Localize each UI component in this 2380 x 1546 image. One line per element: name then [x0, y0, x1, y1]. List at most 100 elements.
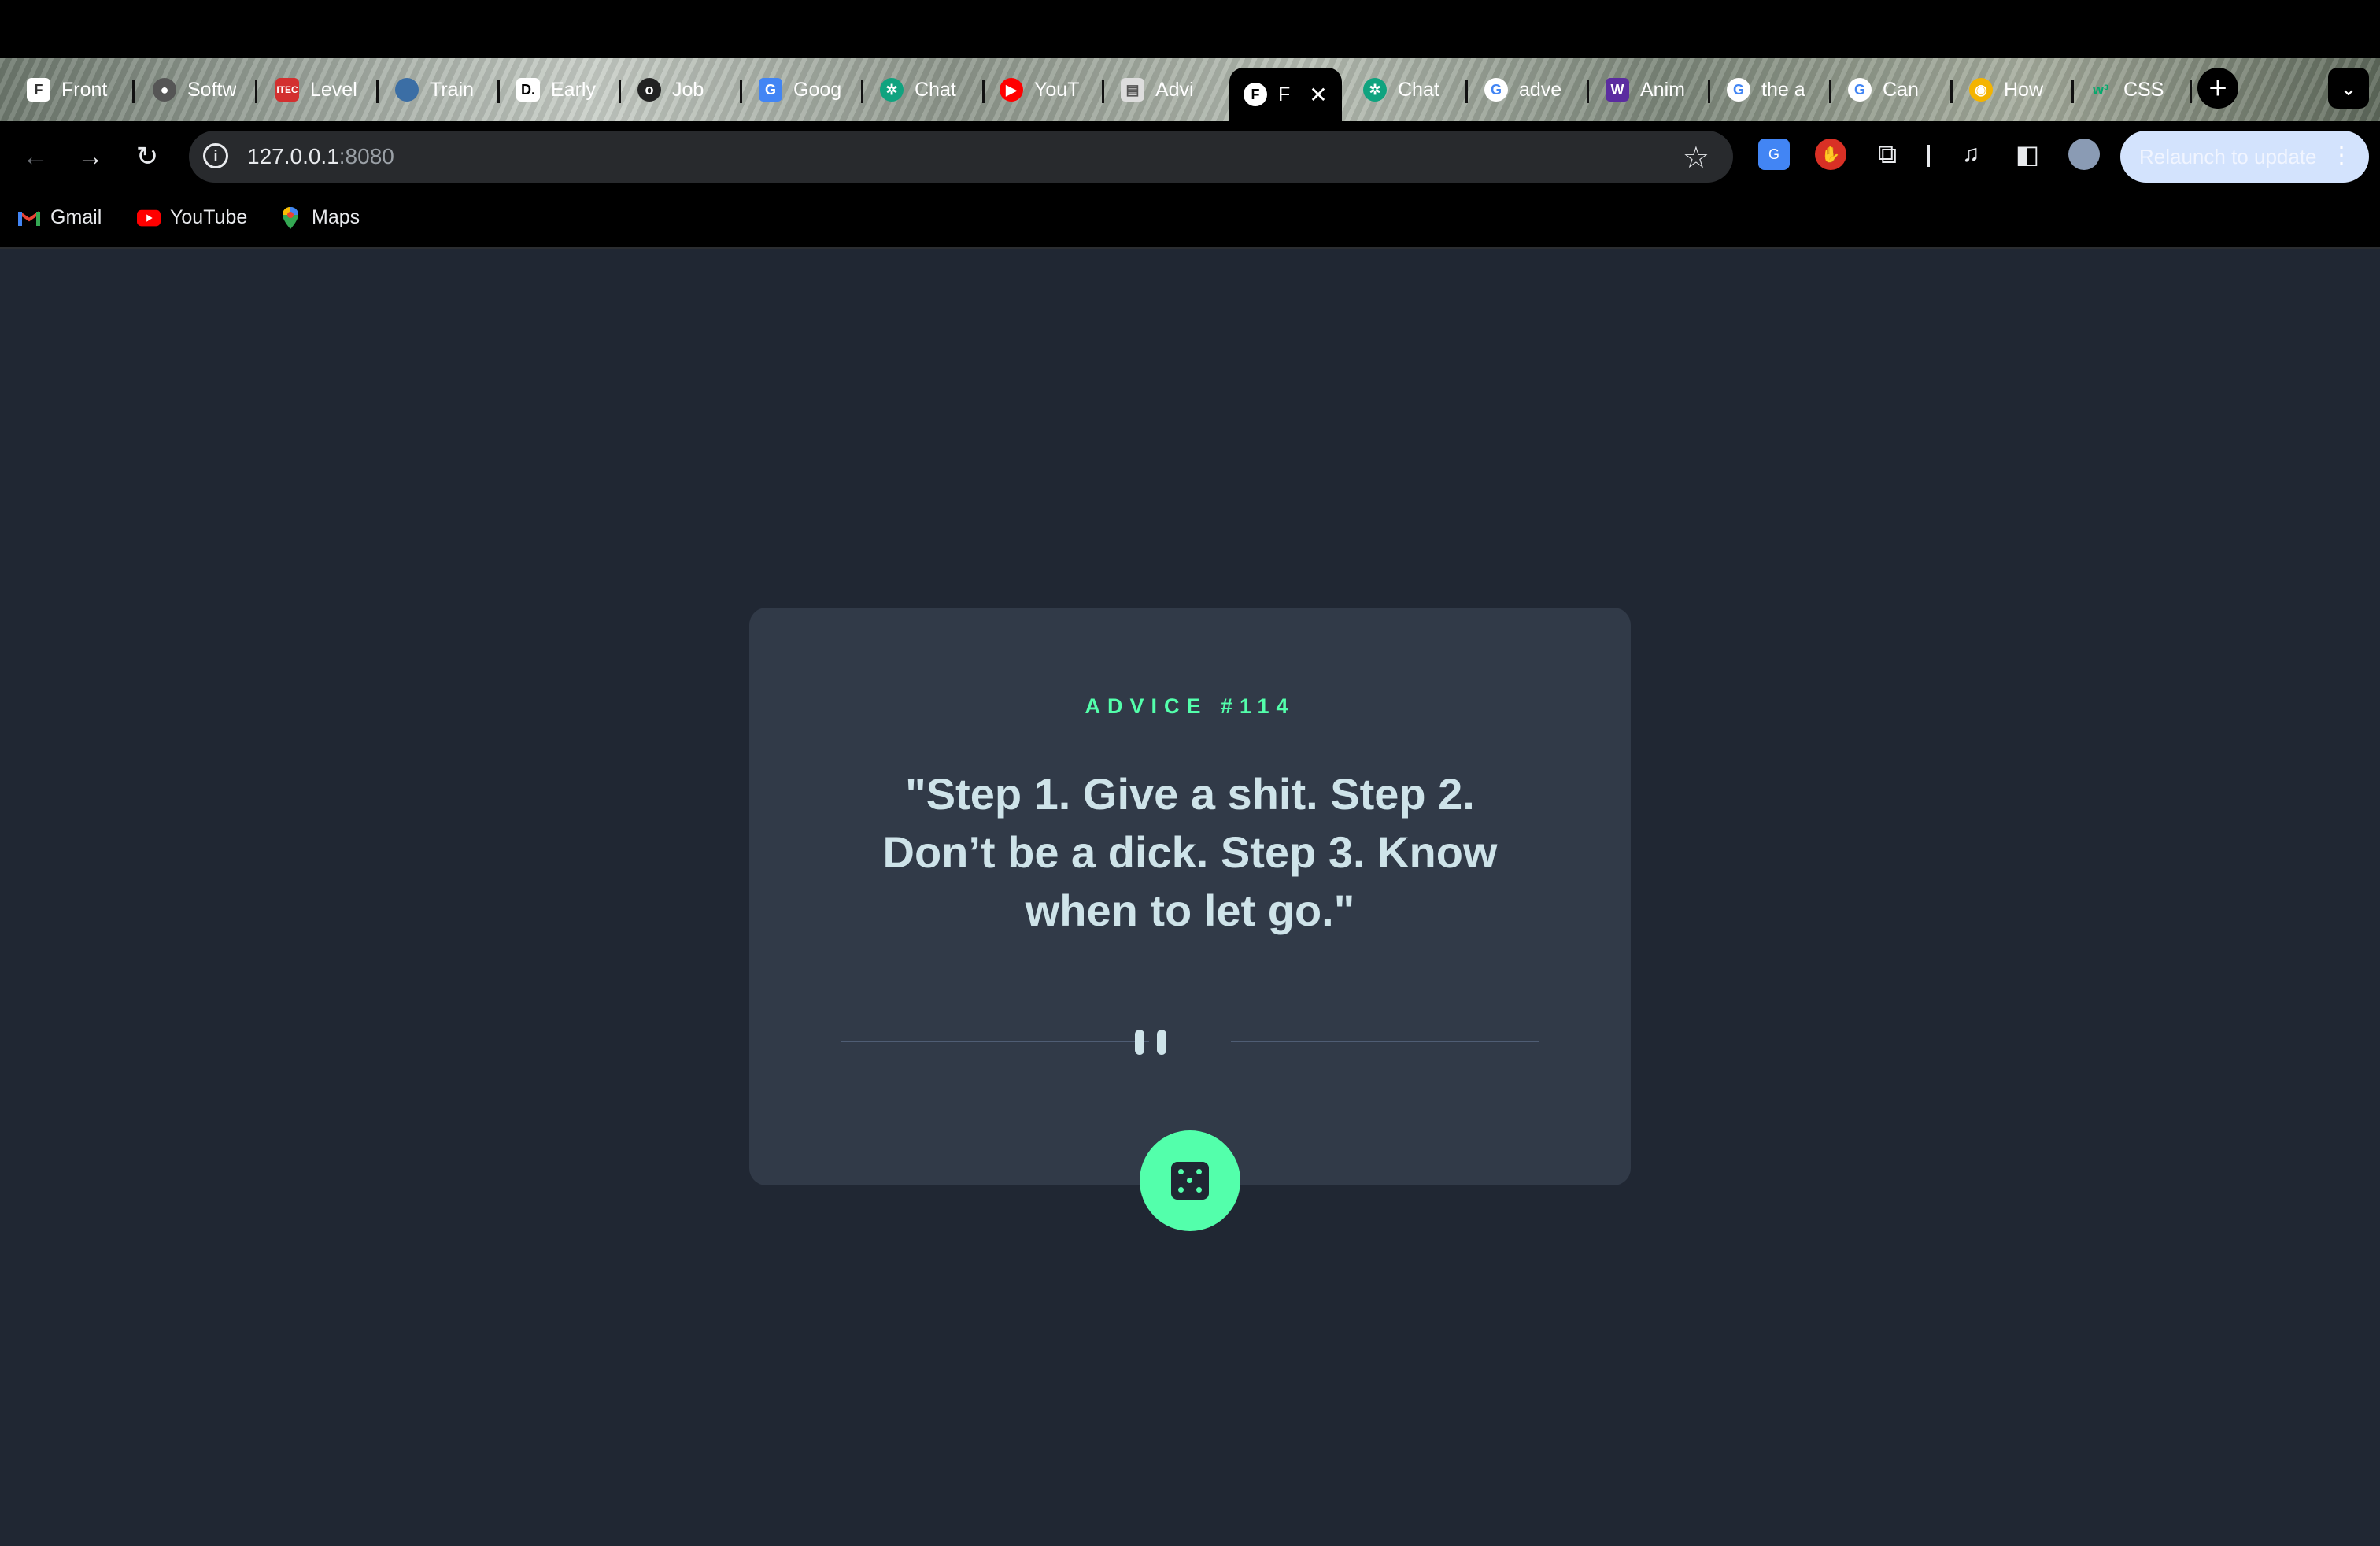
tab-software[interactable]: ● Softw	[153, 66, 236, 113]
tab-separator	[2071, 80, 2074, 103]
tab-google-advice[interactable]: G adve	[1484, 66, 1568, 113]
address-bar[interactable]: i 127.0.0.1:8080 ☆	[189, 131, 1733, 183]
back-button[interactable]: ←	[17, 139, 54, 175]
tab-how[interactable]: ◉ How	[1969, 66, 2053, 113]
bookmark-star-icon[interactable]: ☆	[1683, 140, 1709, 176]
tab-anim[interactable]: W Anim	[1606, 66, 1689, 113]
forward-button[interactable]: →	[72, 139, 109, 175]
tab-strip: F Front ● Softw ITEC Level Train D. Earl…	[0, 58, 2380, 121]
reload-button[interactable]: ↻	[129, 139, 165, 175]
tab-separator	[861, 80, 863, 103]
relaunch-button[interactable]: Relaunch to update ⋮	[2120, 131, 2369, 183]
relaunch-label: Relaunch to update	[2139, 144, 2317, 168]
tab-early[interactable]: D. Early	[516, 66, 600, 113]
google-icon: G	[1848, 78, 1872, 102]
tab-google-translate[interactable]: G Goog	[759, 66, 842, 113]
stop-hand-extension-icon[interactable]: ✋	[1815, 139, 1846, 170]
tab-job[interactable]: o Job	[638, 66, 721, 113]
bookmark-youtube[interactable]: YouTube	[137, 206, 247, 229]
tab-separator	[1102, 80, 1104, 103]
tab-title: Anim	[1640, 78, 1685, 101]
google-translate-extension-icon[interactable]: G	[1758, 139, 1790, 170]
url-port: :8080	[338, 144, 394, 168]
tab-title: Job	[672, 78, 704, 101]
advice-icon: ▤	[1121, 78, 1144, 102]
tab-title: CSS	[2123, 78, 2164, 101]
tab-title: Front	[61, 78, 108, 101]
advice-id: ADVICE #114	[1085, 694, 1295, 718]
tab-active[interactable]: F F ✕	[1229, 68, 1342, 121]
divider-line-left	[841, 1041, 1149, 1042]
pause-bar-right	[1157, 1030, 1166, 1055]
tab-title: the a	[1761, 78, 1805, 101]
new-tab-button[interactable]: +	[2197, 68, 2238, 109]
advice-card: ADVICE #114 "Step 1. Give a shit. Step 2…	[749, 608, 1631, 1185]
chatgpt-icon: ✲	[880, 78, 904, 102]
tab-title: F	[1278, 83, 1291, 105]
dev-icon: D.	[516, 78, 540, 102]
tab-search-button[interactable]: ⌄	[2328, 68, 2369, 109]
url-text[interactable]: 127.0.0.1:8080	[247, 144, 394, 169]
chevron-down-icon: ⌄	[2340, 76, 2357, 100]
close-icon[interactable]: ✕	[1309, 82, 1327, 108]
tab-front[interactable]: F Front	[27, 66, 110, 113]
w3-icon: w³	[2093, 81, 2108, 98]
tab-youtube[interactable]: ▶ YouT	[1000, 66, 1083, 113]
media-controls-icon[interactable]: ♫	[1955, 139, 1986, 170]
advice-quote: "Step 1. Give a shit. Step 2. Don’t be a…	[882, 769, 1498, 935]
more-vert-icon[interactable]: ⋮	[2330, 142, 2353, 169]
url-host: 127.0.0.1	[247, 144, 339, 168]
tab-css[interactable]: w³ CSS	[2089, 66, 2172, 113]
bookmark-label: YouTube	[170, 206, 248, 228]
tab-separator	[1465, 80, 1468, 103]
bookmark-gmail[interactable]: Gmail	[17, 206, 102, 229]
tab-separator	[497, 80, 500, 103]
youtube-icon	[137, 208, 161, 228]
tab-level[interactable]: ITEC Level	[275, 66, 359, 113]
gmail-icon	[17, 208, 41, 228]
tab-separator	[376, 80, 379, 103]
tab-chat[interactable]: ✲ Chat	[880, 66, 963, 113]
chatgpt-icon: ✲	[1363, 78, 1387, 102]
tab-separator	[2190, 80, 2192, 103]
tab-separator	[1708, 80, 1710, 103]
tab-google-can[interactable]: G Can	[1848, 66, 1931, 113]
bookmark-maps[interactable]: Maps	[279, 206, 360, 229]
tab-chat-2[interactable]: ✲ Chat	[1363, 66, 1447, 113]
tab-title: Advi	[1155, 78, 1194, 101]
tab-title: Level	[310, 78, 357, 101]
tab-title: How	[2004, 78, 2044, 101]
tab-title: Softw	[187, 78, 236, 101]
bookmark-label: Maps	[312, 206, 360, 228]
tab-title: Chat	[1398, 78, 1439, 101]
tab-title: Can	[1883, 78, 1919, 101]
tab-separator	[1950, 80, 1953, 103]
side-panel-icon[interactable]: ◧	[2012, 139, 2043, 170]
new-advice-button[interactable]	[1140, 1130, 1240, 1231]
tab-title: YouT	[1034, 78, 1080, 101]
reload-icon: ↻	[135, 142, 159, 172]
tab-separator	[740, 80, 742, 103]
dice-icon	[1171, 1162, 1209, 1200]
frontend-mentor-icon: F	[27, 78, 50, 102]
tab-separator	[255, 80, 257, 103]
extensions-puzzle-icon[interactable]: ⧉	[1872, 139, 1903, 170]
tab-title: Early	[551, 78, 596, 101]
youtube-icon: ▶	[1000, 78, 1023, 102]
avatar[interactable]	[2068, 139, 2100, 170]
arrow-left-icon: ←	[22, 141, 49, 172]
info-icon[interactable]: i	[203, 143, 228, 168]
google-translate-icon: G	[759, 78, 782, 102]
google-icon: G	[1727, 78, 1750, 102]
os-top-strip	[0, 0, 2380, 58]
tab-separator	[1587, 80, 1589, 103]
tab-title: Train	[430, 78, 475, 101]
tab-title: Chat	[915, 78, 956, 101]
job-icon: o	[638, 78, 661, 102]
frontend-mentor-icon: F	[1244, 83, 1267, 106]
bookmark-label: Gmail	[50, 206, 102, 228]
arrow-right-icon: →	[77, 141, 104, 172]
tab-advice[interactable]: ▤ Advi	[1121, 66, 1204, 113]
tab-google-the[interactable]: G the a	[1727, 66, 1810, 113]
tab-train[interactable]: Train	[395, 66, 479, 113]
